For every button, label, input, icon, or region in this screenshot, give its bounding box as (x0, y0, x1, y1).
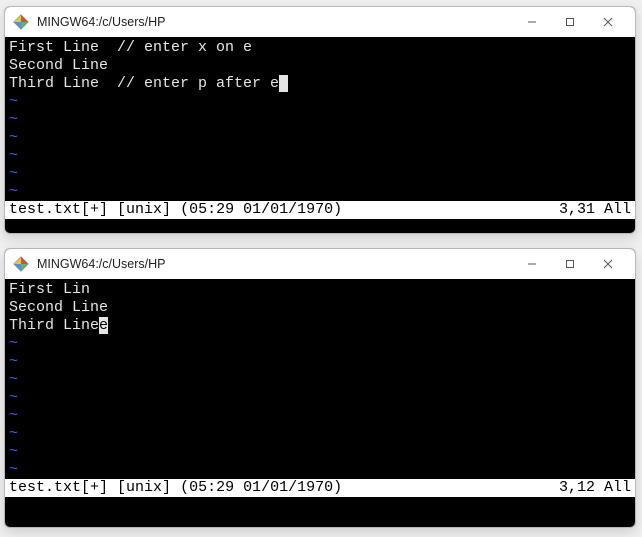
empty-line-tilde: ~ (9, 129, 631, 147)
maximize-button[interactable] (551, 250, 589, 278)
status-bar: test.txt[+] [unix] (05:29 01/01/1970) 3,… (5, 479, 635, 497)
status-right: 3,12 All (559, 479, 631, 497)
terminal-body[interactable]: First LinSecond LineThird Linee~~~~~~~~ (5, 279, 635, 479)
app-icon (13, 14, 29, 30)
app-icon (13, 256, 29, 272)
empty-line-tilde: ~ (9, 147, 631, 165)
status-right: 3,31 All (559, 201, 631, 219)
empty-line-tilde: ~ (9, 389, 631, 407)
status-left: test.txt[+] [unix] (05:29 01/01/1970) (9, 479, 559, 497)
empty-line-tilde: ~ (9, 461, 631, 479)
status-bar: test.txt[+] [unix] (05:29 01/01/1970) 3,… (5, 201, 635, 219)
maximize-button[interactable] (551, 8, 589, 36)
window-title: MINGW64:/c/Users/HP (37, 257, 513, 271)
close-button[interactable] (589, 8, 627, 36)
terminal-line: First Line // enter x on e (9, 39, 631, 57)
empty-line-tilde: ~ (9, 443, 631, 461)
cursor: e (99, 317, 108, 334)
minimize-button[interactable] (513, 250, 551, 278)
close-button[interactable] (589, 250, 627, 278)
titlebar[interactable]: MINGW64:/c/Users/HP (5, 249, 635, 279)
titlebar[interactable]: MINGW64:/c/Users/HP (5, 7, 635, 37)
empty-line-tilde: ~ (9, 353, 631, 371)
empty-line-tilde: ~ (9, 93, 631, 111)
terminal-body[interactable]: First Line // enter x on eSecond LineThi… (5, 37, 635, 201)
status-left: test.txt[+] [unix] (05:29 01/01/1970) (9, 201, 559, 219)
empty-line-tilde: ~ (9, 111, 631, 129)
terminal-line: Second Line (9, 299, 631, 317)
terminal-line: First Lin (9, 281, 631, 299)
terminal-line: Third Line // enter p after e (9, 75, 631, 93)
terminal-window-1: MINGW64:/c/Users/HP First Line // enter … (4, 6, 636, 234)
empty-line-tilde: ~ (9, 371, 631, 389)
window-title: MINGW64:/c/Users/HP (37, 15, 513, 29)
empty-line-tilde: ~ (9, 165, 631, 183)
terminal-line: Second Line (9, 57, 631, 75)
window-controls (513, 8, 627, 36)
cursor (279, 75, 288, 92)
window-controls (513, 250, 627, 278)
minimize-button[interactable] (513, 8, 551, 36)
empty-line-tilde: ~ (9, 183, 631, 201)
terminal-line: Third Linee (9, 317, 631, 335)
terminal-window-2: MINGW64:/c/Users/HP First LinSecond Line… (4, 248, 636, 528)
empty-line-tilde: ~ (9, 407, 631, 425)
empty-line-tilde: ~ (9, 335, 631, 353)
empty-line-tilde: ~ (9, 425, 631, 443)
